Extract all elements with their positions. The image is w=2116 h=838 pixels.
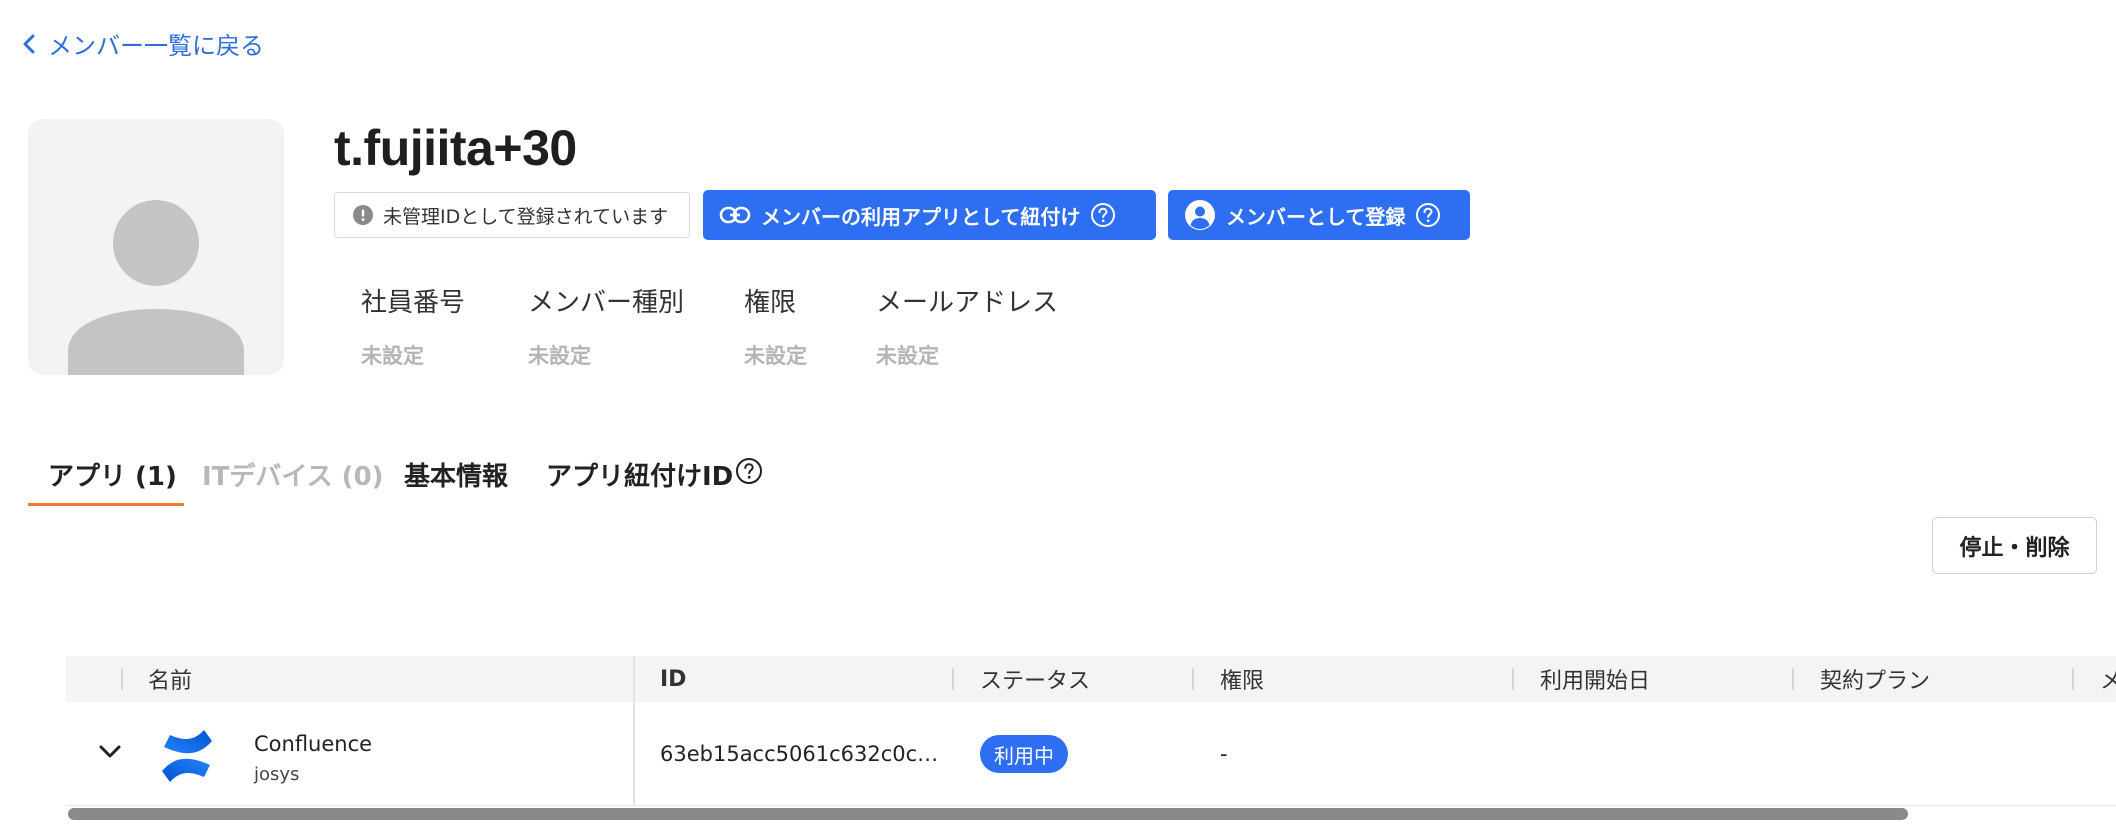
tab-basic-info[interactable]: 基本情報	[404, 440, 508, 508]
tab-it-devices[interactable]: ITデバイス (0)	[202, 440, 384, 508]
table-header: 名前 ID ステータス 権限 利用開始日 契約プラン メ	[66, 656, 2116, 702]
status-badge: 利用中	[980, 735, 1068, 773]
info-email: メールアドレス 未設定	[876, 288, 1058, 370]
column-header-id[interactable]: ID	[660, 656, 686, 702]
info-value: 未設定	[876, 344, 939, 368]
cell-account-id: 63eb15acc5061c632c0c…	[660, 742, 939, 766]
help-circle-icon	[1091, 203, 1116, 227]
column-header-status[interactable]: ステータス	[980, 656, 1090, 702]
tab-bar: アプリ (1) ITデバイス (0) 基本情報 アプリ紐付けID	[28, 440, 788, 508]
stop-delete-button[interactable]: 停止・削除	[1932, 517, 2097, 574]
chevron-down-icon[interactable]	[96, 742, 124, 762]
cell-permission: -	[1220, 742, 1228, 766]
column-separator	[1512, 668, 1514, 690]
info-label: メンバー種別	[528, 288, 685, 318]
info-label: メールアドレス	[876, 288, 1059, 318]
help-circle-icon	[1416, 203, 1441, 227]
unmanaged-badge-label: 未管理IDとして登録されています	[383, 205, 669, 228]
column-header-permission[interactable]: 権限	[1220, 656, 1264, 702]
back-link-label: メンバー一覧に戻る	[48, 32, 264, 60]
app-name[interactable]: Confluence	[254, 732, 372, 756]
app-tenant: josys	[254, 764, 300, 785]
column-header-name[interactable]: 名前	[148, 656, 192, 702]
column-separator	[1792, 668, 1794, 690]
info-value: 未設定	[361, 344, 424, 368]
link-app-button-label: メンバーの利用アプリとして紐付け	[761, 204, 1081, 229]
info-member-type: メンバー種別 未設定	[528, 288, 684, 370]
horizontal-scrollbar[interactable]	[68, 808, 1908, 820]
info-label: 権限	[744, 288, 797, 318]
confluence-logo-icon	[162, 730, 212, 782]
column-separator	[2072, 668, 2074, 690]
back-to-member-list-link[interactable]: メンバー一覧に戻る	[20, 26, 264, 61]
tab-app-link-id[interactable]: アプリ紐付けID	[546, 440, 763, 508]
chevron-left-icon	[23, 34, 35, 53]
active-tab-indicator	[28, 503, 184, 506]
user-placeholder-icon	[68, 200, 244, 375]
link-as-member-app-button[interactable]: メンバーの利用アプリとして紐付け	[703, 190, 1156, 240]
avatar	[28, 119, 284, 375]
help-circle-icon	[736, 458, 763, 484]
column-header-start-date[interactable]: 利用開始日	[1540, 656, 1650, 702]
tab-app-link-id-label: アプリ紐付けID	[546, 461, 734, 492]
link-icon	[719, 206, 751, 224]
exclamation-circle-icon	[353, 205, 373, 225]
info-permission: 権限 未設定	[744, 288, 807, 370]
unmanaged-id-badge: 未管理IDとして登録されています	[334, 192, 690, 238]
apps-table: 名前 ID ステータス 権限 利用開始日 契約プラン メ Confluence …	[66, 656, 2116, 806]
column-separator	[1192, 668, 1194, 690]
info-employee-number: 社員番号 未設定	[361, 288, 465, 370]
table-row[interactable]: Confluence josys 63eb15acc5061c632c0c… 利…	[66, 702, 2116, 806]
person-circle-icon	[1185, 200, 1215, 230]
tab-apps[interactable]: アプリ (1)	[48, 440, 177, 508]
register-button-label: メンバーとして登録	[1226, 204, 1406, 229]
column-header-truncated[interactable]: メ	[2100, 656, 2116, 702]
column-header-plan[interactable]: 契約プラン	[1820, 656, 1930, 702]
info-label: 社員番号	[361, 288, 466, 318]
info-value: 未設定	[744, 344, 807, 368]
register-as-member-button[interactable]: メンバーとして登録	[1168, 190, 1470, 240]
frozen-column-divider	[633, 656, 635, 806]
column-separator	[952, 668, 954, 690]
info-value: 未設定	[528, 344, 591, 368]
column-separator	[121, 668, 123, 690]
member-name: t.fujiita+30	[334, 120, 577, 176]
